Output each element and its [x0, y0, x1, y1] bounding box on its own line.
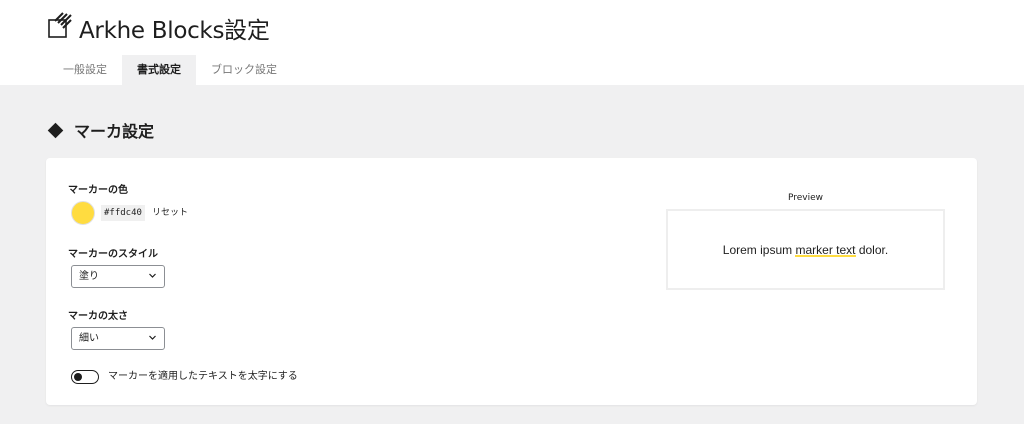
preview-marked-text: marker text — [795, 242, 856, 257]
section-heading: マーカ設定 — [47, 119, 155, 141]
marker-style-value: 塗り — [79, 271, 99, 282]
marker-color-code: #ffdc40 — [101, 205, 145, 221]
marker-thickness-label: マーカの太さ — [68, 311, 128, 322]
marker-settings-card: マーカーの色 #ffdc40 リセット マーカーのスタイル 塗り マーカの太さ … — [46, 158, 977, 405]
settings-tabs: 一般設定 書式設定 ブロック設定 — [48, 55, 292, 85]
chevron-down-icon — [149, 273, 156, 278]
preview-text-after: dolor. — [855, 242, 889, 257]
marker-color-swatch[interactable] — [71, 201, 95, 225]
tab-blocks[interactable]: ブロック設定 — [196, 55, 292, 85]
marker-preview: Lorem ipsum marker text dolor. — [666, 209, 945, 290]
chevron-down-icon — [149, 335, 156, 340]
reset-color-button[interactable]: リセット — [152, 205, 188, 221]
page-title: Arkhe Blocks設定 — [79, 18, 270, 44]
tab-format[interactable]: 書式設定 — [122, 55, 196, 85]
bold-marker-toggle-label: マーカーを適用したテキストを太字にする — [108, 371, 298, 382]
preview-label: Preview — [787, 193, 824, 203]
diamond-icon — [47, 122, 64, 138]
marker-style-label: マーカーのスタイル — [68, 249, 158, 260]
toggle-knob — [74, 372, 82, 381]
bold-marker-toggle[interactable] — [71, 370, 99, 384]
marker-thickness-select[interactable]: 細い — [71, 327, 165, 350]
marker-thickness-value: 細い — [79, 333, 99, 344]
section-title: マーカ設定 — [74, 122, 155, 141]
preview-text-before: Lorem ipsum — [722, 242, 796, 257]
marker-color-label: マーカーの色 — [68, 185, 128, 196]
tab-general[interactable]: 一般設定 — [48, 55, 122, 85]
settings-header: Arkhe Blocks設定 一般設定 書式設定 ブロック設定 — [0, 0, 1024, 85]
marker-style-select[interactable]: 塗り — [71, 265, 165, 288]
arkhe-logo-icon — [48, 12, 72, 38]
